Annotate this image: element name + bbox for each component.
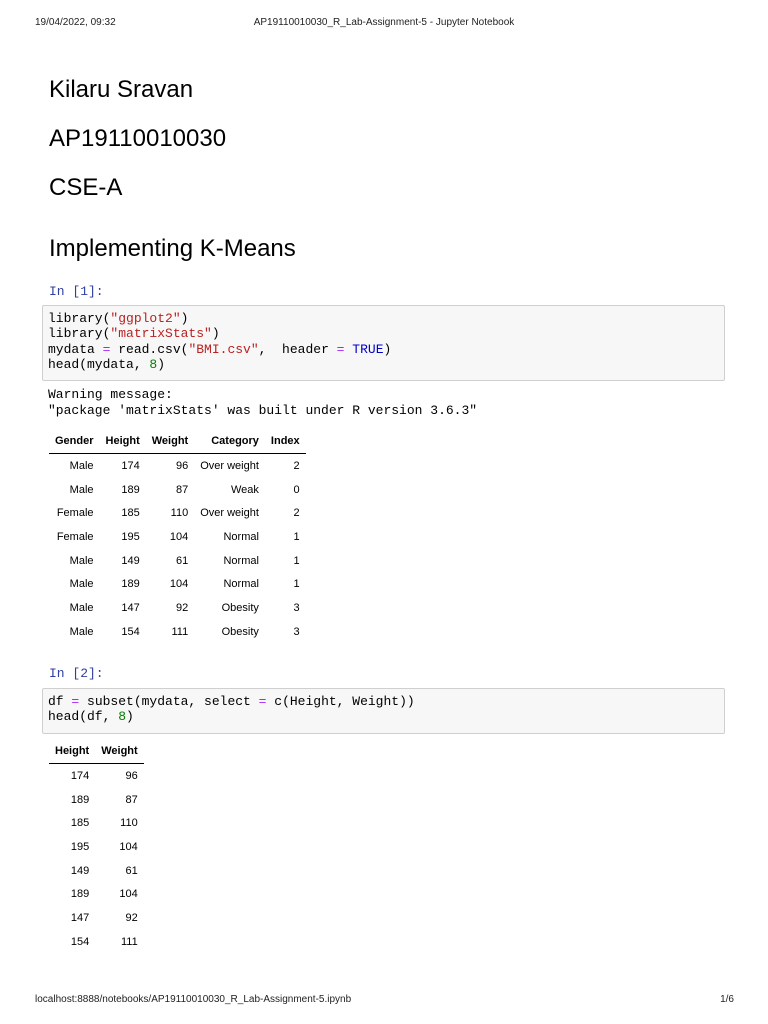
table-cell: 104 xyxy=(169,530,189,543)
table-cell: Female xyxy=(56,507,94,520)
page-number: 1/6 xyxy=(720,994,734,1005)
print-url: localhost:8888/notebooks/AP19110010030_R… xyxy=(35,994,352,1005)
column-header: Gender xyxy=(49,429,100,454)
column-header: Index xyxy=(264,429,306,454)
print-footer: localhost:8888/notebooks/AP19110010030_R… xyxy=(0,994,768,1008)
table-row: Male 154 111 Obesity 3 xyxy=(49,620,306,644)
print-header: 19/04/2022, 09:32 AP19110010030_R_Lab-As… xyxy=(0,17,768,31)
table-cell: Over weight xyxy=(200,459,259,472)
table-header-row: Height Weight xyxy=(49,739,144,764)
table-cell: 1 xyxy=(293,554,300,567)
cell1-prompt: In [1]: xyxy=(49,284,104,299)
table-cell: Weak xyxy=(231,483,259,496)
table-cell: 110 xyxy=(170,507,189,520)
table-cell: 149 xyxy=(121,554,140,567)
table-cell: Male xyxy=(69,554,94,567)
table-cell: 96 xyxy=(175,459,189,472)
column-header: Weight xyxy=(95,739,144,764)
table-row: 189 87 xyxy=(49,788,144,812)
table-cell: 185 xyxy=(121,507,140,520)
table-cell: Male xyxy=(69,459,94,472)
table-cell: Male xyxy=(69,601,94,614)
table-cell: 104 xyxy=(169,578,189,591)
table-cell: 0 xyxy=(293,483,300,496)
table-header-row: Gender Height Weight Category Index xyxy=(49,429,306,454)
table-cell: Female xyxy=(56,530,94,543)
table-cell: 61 xyxy=(125,864,138,877)
table-cell: Male xyxy=(69,483,94,496)
table-cell: Male xyxy=(69,625,94,638)
cell2-prompt: In [2]: xyxy=(49,666,104,681)
table-cell: 92 xyxy=(125,911,138,924)
table-row: 154 111 xyxy=(49,930,144,954)
table-cell: 174 xyxy=(121,459,140,472)
table-cell: 2 xyxy=(293,507,300,520)
table-cell: 195 xyxy=(70,840,90,853)
table-cell: 92 xyxy=(175,601,189,614)
table-cell: 189 xyxy=(121,578,140,591)
table-cell: 104 xyxy=(119,888,138,901)
table-cell: Over weight xyxy=(200,507,259,520)
table-cell: 111 xyxy=(171,625,189,638)
table-row: Male 189 104 Normal 1 xyxy=(49,572,306,596)
table-row: 147 92 xyxy=(49,906,144,930)
table-cell: 189 xyxy=(121,483,140,496)
table-cell: 189 xyxy=(70,793,90,806)
table-row: 174 96 xyxy=(49,764,144,788)
table-row: Male 174 96 Over weight 2 xyxy=(49,454,306,478)
height-weight-table: Height Weight 174 96 189 87 185 110 195 … xyxy=(49,739,144,954)
table-row: 195 104 xyxy=(49,835,144,859)
kmeans-heading: Implementing K-Means xyxy=(49,235,296,262)
table-cell: 110 xyxy=(120,817,138,830)
table-cell: 2 xyxy=(293,459,300,472)
table-cell: 185 xyxy=(70,817,90,830)
table-cell: 1 xyxy=(293,530,300,543)
table-cell: Normal xyxy=(223,578,259,591)
table-row: Female 185 110 Over weight 2 xyxy=(49,501,306,525)
table-cell: 147 xyxy=(70,911,90,924)
table-cell: 87 xyxy=(175,483,189,496)
column-header: Height xyxy=(49,739,96,764)
table-row: Male 147 92 Obesity 3 xyxy=(49,596,306,620)
bmi-table: Gender Height Weight Category Index Male… xyxy=(49,429,306,644)
table-cell: 61 xyxy=(175,554,189,567)
table-cell: 87 xyxy=(125,793,138,806)
table-cell: 3 xyxy=(293,625,300,638)
cell1-code-input[interactable]: library("ggplot2") library("matrixStats"… xyxy=(42,305,725,381)
table-cell: 154 xyxy=(70,935,90,948)
table-cell: Obesity xyxy=(221,601,259,614)
column-header: Height xyxy=(99,429,146,454)
table-row: Female 195 104 Normal 1 xyxy=(49,525,306,549)
table-cell: Obesity xyxy=(221,625,259,638)
column-header: Category xyxy=(194,429,265,454)
table-cell: 3 xyxy=(293,601,300,614)
table-cell: 149 xyxy=(70,864,90,877)
table-cell: Normal xyxy=(223,530,259,543)
student-name-heading: Kilaru Sravan xyxy=(49,76,194,103)
table-cell: 104 xyxy=(119,840,138,853)
table-cell: 174 xyxy=(70,769,90,782)
table-cell: 189 xyxy=(70,888,90,901)
cell1-warning-output: Warning message: "package 'matrixStats' … xyxy=(48,387,478,418)
print-title: AP19110010030_R_Lab-Assignment-5 - Jupyt… xyxy=(253,17,515,28)
roll-number-heading: AP19110010030 xyxy=(49,125,227,152)
table-cell: 1 xyxy=(293,578,300,591)
table-cell: 111 xyxy=(120,935,138,948)
table-cell: 195 xyxy=(121,530,140,543)
table-cell: Normal xyxy=(223,554,259,567)
table-cell: 147 xyxy=(121,601,140,614)
table-row: Male 149 61 Normal 1 xyxy=(49,549,306,573)
cell2-code: df = subset(mydata, select = c(Height, W… xyxy=(48,694,415,725)
table-cell: 154 xyxy=(121,625,140,638)
table-row: 189 104 xyxy=(49,882,144,906)
table-cell: 96 xyxy=(125,769,138,782)
table-row: 185 110 xyxy=(49,811,144,835)
table-cell: Male xyxy=(69,578,94,591)
section-heading: CSE-A xyxy=(49,174,123,201)
table-row: Male 189 87 Weak 0 xyxy=(49,478,306,502)
table-row: 149 61 xyxy=(49,859,144,883)
cell2-code-input[interactable]: df = subset(mydata, select = c(Height, W… xyxy=(42,688,725,734)
cell1-code: library("ggplot2") library("matrixStats"… xyxy=(48,311,392,372)
column-header: Weight xyxy=(145,429,195,454)
